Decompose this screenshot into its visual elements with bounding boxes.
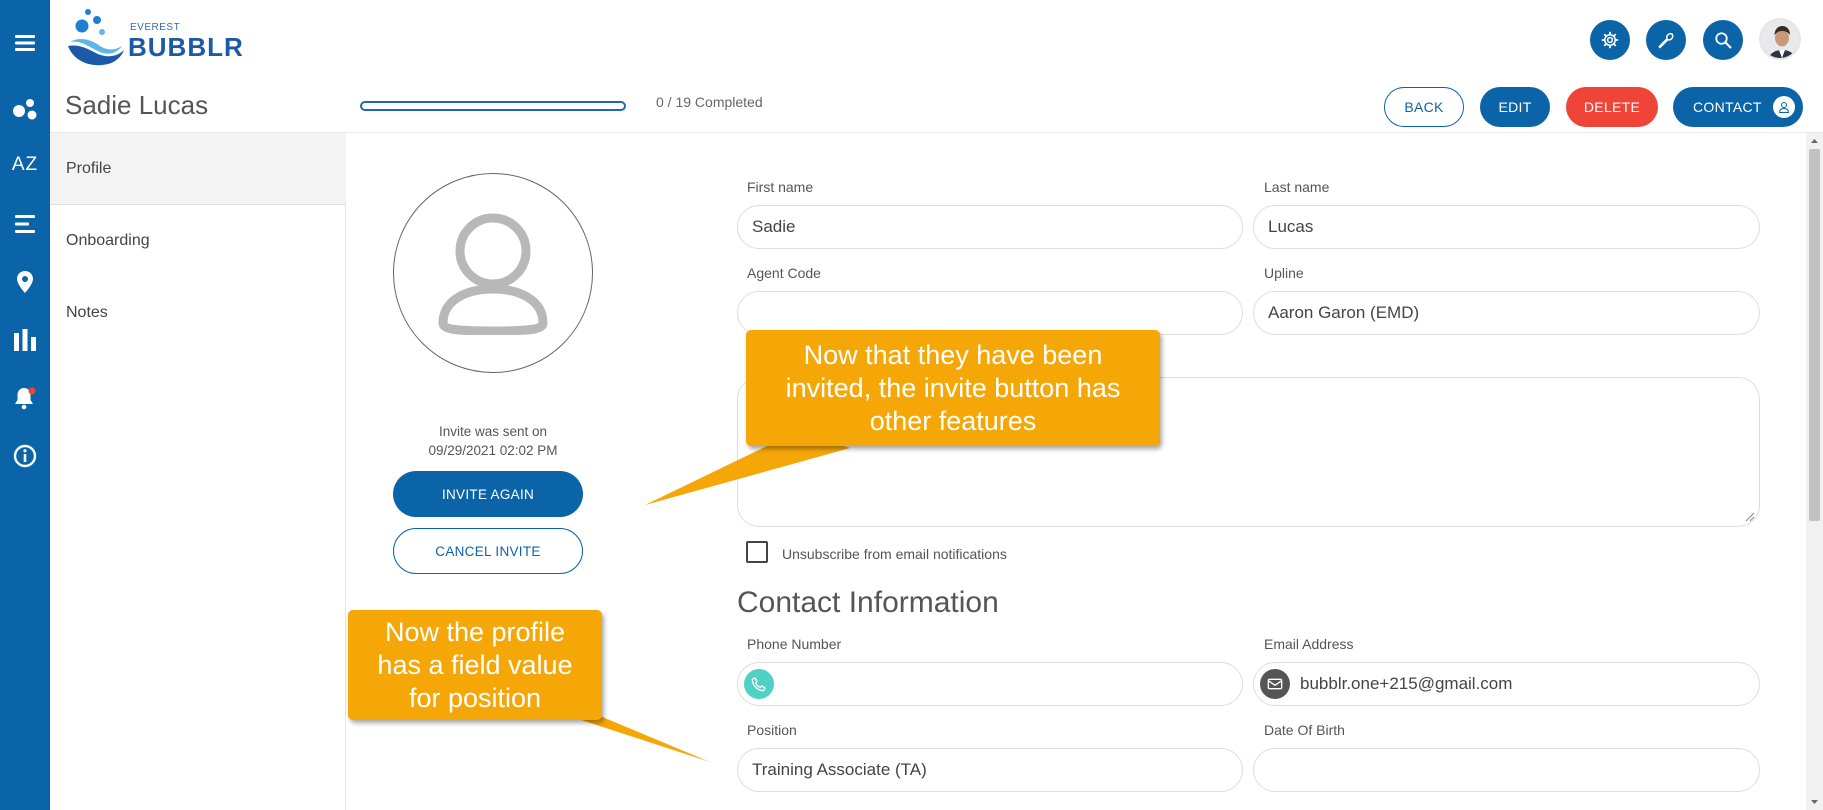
position-callout: Now the profile has a field value for po… <box>348 610 602 720</box>
invite-callout: Now that they have been invited, the inv… <box>746 330 1160 446</box>
